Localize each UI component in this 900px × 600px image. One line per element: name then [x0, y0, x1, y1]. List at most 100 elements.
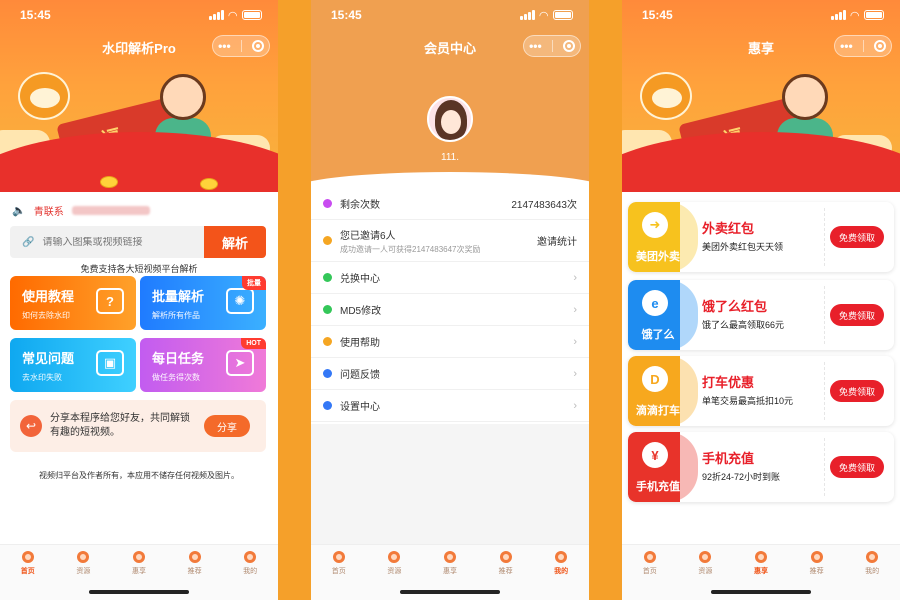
mine-icon: [866, 551, 879, 563]
red-arc-decoration: [0, 132, 278, 192]
home-icon: [332, 551, 345, 563]
coupon-title: 外卖红包: [702, 221, 755, 236]
more-icon[interactable]: •••: [840, 39, 853, 53]
chevron-right-icon: ›: [573, 335, 577, 348]
background-fill: [311, 424, 589, 544]
claim-button[interactable]: 免费领取: [830, 380, 884, 402]
speaker-icon: 🔈: [12, 204, 26, 217]
home-indicator[interactable]: [711, 590, 811, 594]
coupon-brand-block: e 饿了么: [628, 280, 680, 350]
mini-program-capsule: •••: [212, 35, 270, 57]
chevron-right-icon: ›: [573, 367, 577, 380]
claim-button[interactable]: 免费领取: [830, 226, 884, 248]
wifi-icon: ◠: [228, 9, 237, 22]
parse-button[interactable]: 解析: [204, 226, 266, 258]
username: 111.: [441, 152, 459, 163]
disclaimer-text: 视频归平台及作者所有，本应用不储存任何视频及图片。: [39, 471, 239, 480]
wifi-icon: ◠: [850, 9, 859, 22]
tab-label: 推荐: [498, 568, 513, 575]
mini-program-capsule: •••: [834, 35, 892, 57]
menu-row[interactable]: 问题反馈 ›: [311, 358, 589, 390]
resources-icon: [77, 551, 90, 563]
row-label: MD5修改: [340, 306, 382, 317]
feature-tile[interactable]: 常见问题 去水印失败 ▣: [10, 338, 136, 392]
support-text: 免费支持各大短视频平台解析: [80, 264, 198, 274]
menu-row[interactable]: 您已邀请6人 成功邀请一人可获得2147483647次奖励 邀请统计: [311, 220, 589, 262]
phone-benefits: 福 15:45 ◠ 惠享 ••• ➜美团外卖外卖红包美团外卖红包天天领免费领取e…: [622, 0, 900, 600]
tab-mine[interactable]: 我的: [844, 545, 900, 600]
contact-notice: 🔈 青联系: [0, 198, 278, 222]
coupon-card[interactable]: ¥ 手机充值 手机充值 92折24-72小时到账 免费领取: [628, 432, 894, 502]
recommend-icon: [188, 551, 201, 563]
coupon-title: 手机充值: [702, 451, 755, 466]
feature-tile[interactable]: 使用教程 如何去除水印?: [10, 276, 136, 330]
feature-tile[interactable]: 每日任务 做任务得次数 ➤ HOT: [140, 338, 266, 392]
tab-label: 惠享: [442, 568, 457, 575]
chevron-right-icon: ›: [573, 271, 577, 284]
coupon-desc: 饿了么最高领取66元: [702, 320, 785, 330]
menu-row[interactable]: 使用帮助 ›: [311, 326, 589, 358]
tab-label: 推荐: [809, 568, 824, 575]
help-icon: ?: [96, 288, 124, 314]
row-value: 邀请统计: [537, 237, 577, 248]
claim-button[interactable]: 免费领取: [830, 456, 884, 478]
coupon-brand: 美团外卖: [636, 251, 680, 263]
tab-mine[interactable]: 我的: [222, 545, 278, 600]
coupon-brand: 饿了么: [641, 329, 675, 341]
tab-mine[interactable]: 我的: [533, 545, 589, 600]
invite-icon: [323, 236, 332, 245]
page-title: 会员中心: [423, 40, 476, 56]
status-bar: 15:45 ◠: [311, 0, 589, 30]
home-icon: [21, 551, 34, 563]
tab-label: 惠享: [131, 568, 146, 575]
more-icon[interactable]: •••: [218, 39, 231, 53]
signal-icon: [208, 10, 224, 20]
question-icon: [323, 337, 332, 346]
tile-tag: 批量: [242, 276, 266, 290]
share-button[interactable]: 分享: [204, 415, 250, 437]
claim-button[interactable]: 免费领取: [830, 304, 884, 326]
battery-icon: [553, 10, 573, 20]
tab-home[interactable]: 首页: [0, 545, 56, 600]
home-indicator[interactable]: [89, 590, 189, 594]
more-icon[interactable]: •••: [529, 39, 542, 53]
avatar[interactable]: [427, 96, 473, 142]
close-circle-icon[interactable]: [873, 40, 886, 52]
menu-row[interactable]: MD5修改 ›: [311, 294, 589, 326]
notice-contact-blurred: [71, 205, 150, 215]
link-input[interactable]: [42, 236, 193, 248]
benefits-icon: [443, 551, 456, 563]
coupon-card[interactable]: D 滴滴打车 打车优惠 单笔交易最高抵扣10元 免费领取: [628, 356, 894, 426]
row-sub: 成功邀请一人可获得2147483647次奖励: [340, 244, 481, 254]
tab-label: 我的: [865, 568, 880, 575]
coupon-desc: 单笔交易最高抵扣10元: [702, 396, 794, 406]
close-circle-icon[interactable]: [562, 40, 575, 52]
menu-row[interactable]: 剩余次数 2147483643次: [311, 188, 589, 220]
boy-illustration: [782, 74, 828, 120]
recharge-icon: ¥: [642, 442, 668, 468]
tab-home[interactable]: 首页: [311, 545, 367, 600]
didi-icon: D: [642, 366, 668, 392]
menu-row[interactable]: 兑换中心 ›: [311, 262, 589, 294]
coupon-desc: 美团外卖红包天天领: [702, 242, 784, 252]
coupon-brand-block: D 滴滴打车: [628, 356, 680, 426]
chevron-right-icon: ›: [573, 399, 577, 412]
tab-label: 我的: [554, 568, 569, 575]
coupon-card[interactable]: ➜ 美团外卖 外卖红包 美团外卖红包天天领 免费领取: [628, 202, 894, 272]
resources-icon: [388, 551, 401, 563]
share-arrow-icon: ↩: [20, 415, 42, 437]
coupon-card[interactable]: e 饿了么 饿了么红包 饿了么最高领取66元 免费领取: [628, 280, 894, 350]
close-circle-icon[interactable]: [251, 40, 264, 52]
tab-home[interactable]: 首页: [622, 545, 678, 600]
feature-tile[interactable]: 批量解析 解析所有作品 ✺ 批量: [140, 276, 266, 330]
coupon-desc: 92折24-72小时到账: [702, 472, 781, 482]
tab-label: 首页: [331, 568, 346, 575]
tile-tag: HOT: [241, 338, 266, 349]
battery-icon: [864, 10, 884, 20]
battery-icon: [242, 10, 262, 20]
menu-row[interactable]: 设置中心 ›: [311, 390, 589, 422]
tab-label: 推荐: [187, 568, 202, 575]
tab-label: 资源: [698, 568, 713, 575]
recommend-icon: [810, 551, 823, 563]
home-indicator[interactable]: [400, 590, 500, 594]
